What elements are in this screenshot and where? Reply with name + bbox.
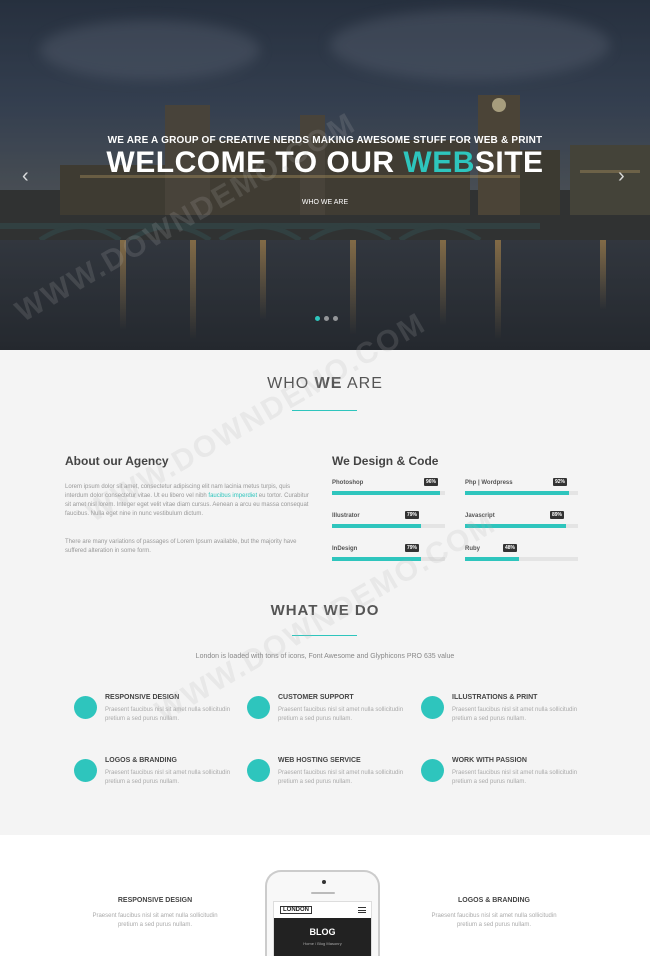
skill-track bbox=[332, 557, 445, 561]
title-underline bbox=[292, 635, 357, 636]
service-icon bbox=[421, 696, 444, 719]
title-underline bbox=[292, 410, 357, 411]
skill-bar: Photoshop 96% bbox=[332, 478, 445, 502]
about-paragraph: Lorem ipsum dolor sit amet, consectetur … bbox=[65, 483, 310, 519]
skill-track bbox=[465, 557, 578, 561]
skill-percent-badge: 79% bbox=[405, 511, 420, 519]
slider-dot[interactable] bbox=[333, 316, 338, 321]
slider-dot[interactable] bbox=[315, 316, 320, 321]
service-title: WEB HOSTING SERVICE bbox=[278, 757, 361, 764]
skill-percent-badge: 89% bbox=[550, 511, 565, 519]
slider-dot[interactable] bbox=[324, 316, 329, 321]
service-title: WORK WITH PASSION bbox=[452, 757, 527, 764]
service-item: CUSTOMER SUPPORT Praesent faucibus nisl s… bbox=[247, 694, 417, 739]
skill-track bbox=[332, 491, 445, 495]
service-item: RESPONSIVE DESIGN Praesent faucibus nisl … bbox=[74, 694, 244, 739]
service-text: Praesent faucibus nisl sit amet nulla so… bbox=[105, 707, 231, 722]
skill-name: InDesign bbox=[332, 546, 358, 552]
skill-bar: Javascript 89% bbox=[465, 511, 578, 535]
prev-arrow-icon[interactable]: ‹ bbox=[22, 165, 29, 188]
skill-name: Php | Wordpress bbox=[465, 480, 513, 486]
skill-name: Photoshop bbox=[332, 480, 364, 486]
skill-fill bbox=[465, 557, 519, 561]
about-link[interactable]: faucibus imperdiet bbox=[208, 493, 257, 499]
service-text: Praesent faucibus nisl sit amet nulla so… bbox=[278, 707, 404, 722]
service-item: LOGOS & BRANDING Praesent faucibus nisl s… bbox=[74, 757, 244, 802]
skill-name: Javascript bbox=[465, 513, 495, 519]
feature-text: Praesent faucibus nisl sit amet nulla so… bbox=[92, 913, 218, 928]
skill-track bbox=[332, 524, 445, 528]
phone-banner: BLOG Home / Blog Masonry bbox=[274, 918, 371, 956]
hero-tagline: WE ARE A GROUP OF CREATIVE NERDS MAKING … bbox=[107, 135, 543, 146]
service-title: RESPONSIVE DESIGN bbox=[105, 694, 180, 701]
skill-percent-badge: 48% bbox=[503, 544, 518, 552]
skill-bar: Ruby 48% bbox=[465, 544, 578, 568]
about-paragraph: There are many variations of passages of… bbox=[65, 539, 297, 554]
service-text: Praesent faucibus nisl sit amet nulla so… bbox=[452, 770, 578, 785]
feature-right: LOGOS & BRANDING Praesent faucibus nisl … bbox=[424, 897, 564, 930]
phone-banner-title: BLOG bbox=[309, 927, 336, 937]
service-text: Praesent faucibus nisl sit amet nulla so… bbox=[105, 770, 231, 785]
phone-breadcrumb: Home / Blog Masonry bbox=[303, 941, 342, 946]
service-item: WORK WITH PASSION Praesent faucibus nisl … bbox=[421, 757, 591, 802]
service-item: WEB HOSTING SERVICE Praesent faucibus nis… bbox=[247, 757, 417, 802]
feature-text: Praesent faucibus nisl sit amet nulla so… bbox=[431, 913, 557, 928]
skill-fill bbox=[465, 491, 569, 495]
service-icon bbox=[247, 759, 270, 782]
phone-logo: LONDON bbox=[280, 906, 312, 914]
design-code-title: We Design & Code bbox=[332, 454, 439, 468]
skill-fill bbox=[332, 491, 440, 495]
feature-title: RESPONSIVE DESIGN bbox=[117, 897, 193, 904]
phone-mockup: LONDON BLOG Home / Blog Masonry bbox=[265, 870, 380, 956]
service-icon bbox=[421, 759, 444, 782]
who-we-are-section: WHO WE ARE About our Agency Lorem ipsum … bbox=[0, 350, 650, 835]
phone-speaker bbox=[311, 892, 335, 894]
skill-bar: InDesign 79% bbox=[332, 544, 445, 568]
service-text: Praesent faucibus nisl sit amet nulla so… bbox=[278, 770, 404, 785]
service-icon bbox=[74, 696, 97, 719]
hero-title-accent: WEB bbox=[403, 146, 475, 179]
service-title: ILLUSTRATIONS & PRINT bbox=[452, 694, 538, 701]
service-item: ILLUSTRATIONS & PRINT Praesent faucibus n… bbox=[421, 694, 591, 739]
hero-title-part: SITE bbox=[474, 146, 544, 179]
skill-fill bbox=[332, 557, 421, 561]
slider-dots bbox=[315, 316, 338, 321]
what-we-do-title: WHAT WE DO bbox=[270, 602, 380, 619]
skill-bar: Illustrator 79% bbox=[332, 511, 445, 535]
phone-screen: LONDON BLOG Home / Blog Masonry bbox=[273, 901, 372, 956]
feature-left: RESPONSIVE DESIGN Praesent faucibus nisl… bbox=[85, 897, 225, 930]
feature-title: LOGOS & BRANDING bbox=[458, 897, 530, 904]
features-section: RESPONSIVE DESIGN Praesent faucibus nisl… bbox=[0, 835, 650, 956]
hero-title-part: WELCOME TO OUR bbox=[106, 146, 404, 179]
skill-percent-badge: 96% bbox=[424, 478, 439, 486]
title-light: WHO bbox=[267, 375, 315, 392]
hamburger-menu-icon bbox=[358, 907, 366, 913]
service-text: Praesent faucibus nisl sit amet nulla so… bbox=[452, 707, 578, 722]
about-title: About our Agency bbox=[65, 454, 169, 468]
service-icon bbox=[74, 759, 97, 782]
what-we-do-subtitle: London is loaded with tons of icons, Fon… bbox=[195, 653, 455, 660]
phone-camera bbox=[322, 880, 326, 884]
title-light: ARE bbox=[342, 375, 383, 392]
skill-percent-badge: 92% bbox=[553, 478, 568, 486]
service-title: LOGOS & BRANDING bbox=[105, 757, 177, 764]
skill-bar: Php | Wordpress 92% bbox=[465, 478, 578, 502]
skill-fill bbox=[332, 524, 421, 528]
skill-track bbox=[465, 524, 578, 528]
next-arrow-icon[interactable]: › bbox=[618, 165, 625, 188]
skill-name: Ruby bbox=[465, 546, 480, 552]
title-bold: WE bbox=[314, 375, 343, 392]
skill-fill bbox=[465, 524, 566, 528]
hero-title: WELCOME TO OUR WEBSITE bbox=[0, 146, 650, 180]
skill-track bbox=[465, 491, 578, 495]
service-icon bbox=[247, 696, 270, 719]
service-title: CUSTOMER SUPPORT bbox=[278, 694, 354, 701]
hero-slider: WE ARE A GROUP OF CREATIVE NERDS MAKING … bbox=[0, 0, 650, 350]
skill-name: Illustrator bbox=[332, 513, 360, 519]
skill-percent-badge: 79% bbox=[405, 544, 420, 552]
who-we-are-link[interactable]: WHO WE ARE bbox=[0, 199, 650, 206]
who-we-are-title: WHO WE ARE bbox=[0, 375, 650, 393]
